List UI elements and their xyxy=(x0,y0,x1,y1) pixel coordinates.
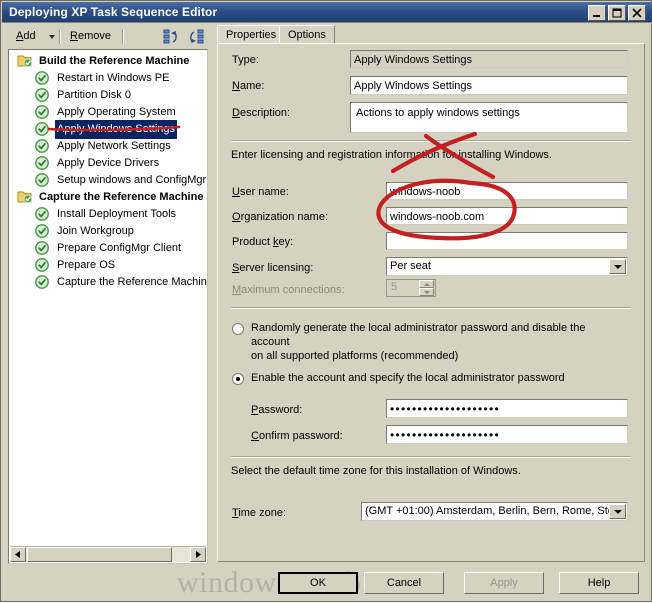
move-down-icon[interactable] xyxy=(187,29,205,45)
green-check-icon xyxy=(35,173,50,188)
tree-group-1[interactable]: Capture the Reference Machine xyxy=(9,188,207,205)
chevron-down-icon[interactable] xyxy=(609,504,626,519)
remove-button[interactable]: Remove xyxy=(65,28,116,45)
tree-item[interactable]: Apply Device Drivers xyxy=(9,154,207,171)
move-up-icon[interactable] xyxy=(163,29,181,45)
tree-item[interactable]: Capture the Reference Machine xyxy=(9,273,207,290)
tree-horizontal-scrollbar[interactable] xyxy=(10,546,206,562)
close-icon[interactable] xyxy=(628,5,646,21)
max-connections-stepper: 5 xyxy=(386,279,436,297)
green-check-icon xyxy=(35,88,50,103)
user-name-input[interactable]: windows-noob xyxy=(386,182,628,200)
tree-item[interactable]: Restart in Windows PE xyxy=(9,69,207,86)
task-sequence-editor-window: Deploying XP Task Sequence Editor AAdddd… xyxy=(0,0,652,602)
user-name-label: User name: xyxy=(232,186,289,198)
chevron-down-icon[interactable] xyxy=(49,35,55,39)
tree-item[interactable]: Join Workgroup xyxy=(9,222,207,239)
name-label: Name: xyxy=(232,80,265,92)
tree-item[interactable]: Install Deployment Tools xyxy=(9,205,207,222)
toolbar: AAdddd Remove xyxy=(3,24,213,48)
description-label: Description: xyxy=(232,107,291,119)
tree-item-label: Capture the Reference Machine xyxy=(57,276,207,288)
green-check-icon xyxy=(35,139,50,154)
server-licensing-select[interactable]: Per seat xyxy=(386,257,628,276)
password-label: Password: xyxy=(251,404,303,416)
organization-label: Organization name: xyxy=(232,211,329,223)
apply-button: Apply xyxy=(464,572,544,594)
name-input[interactable]: Apply Windows Settings xyxy=(350,76,628,95)
timezone-select[interactable]: (GMT +01:00) Amsterdam, Berlin, Bern, Ro… xyxy=(361,502,628,521)
scrollbar-thumb[interactable] xyxy=(27,547,172,562)
timezone-value: (GMT +01:00) Amsterdam, Berlin, Bern, Ro… xyxy=(365,505,620,517)
green-check-icon xyxy=(35,275,50,290)
section-divider xyxy=(231,456,631,458)
tree-item[interactable]: Setup windows and ConfigMgr xyxy=(9,171,207,188)
green-check-icon xyxy=(35,122,50,137)
window-title: Deploying XP Task Sequence Editor xyxy=(9,5,218,19)
tree-items-container: Build the Reference Machine Restart in Wi… xyxy=(9,52,207,546)
password-input[interactable]: •••••••••••••••••••• xyxy=(386,399,628,418)
tab-options[interactable]: Options xyxy=(279,25,335,44)
green-check-icon xyxy=(35,224,50,239)
green-check-icon xyxy=(35,156,50,171)
title-bar: Deploying XP Task Sequence Editor xyxy=(2,2,652,23)
tree-item[interactable]: Apply Operating System xyxy=(9,103,207,120)
radio-random-password-label: Randomly generate the local administrato… xyxy=(251,322,586,362)
help-button[interactable]: Help xyxy=(559,572,639,594)
tree-group-0[interactable]: Build the Reference Machine xyxy=(9,52,207,69)
scroll-left-icon[interactable] xyxy=(10,547,26,562)
scroll-right-icon[interactable] xyxy=(190,547,206,562)
tree-item[interactable]: Prepare ConfigMgr Client xyxy=(9,239,207,256)
type-value: Apply Windows Settings xyxy=(350,50,628,68)
tab-properties[interactable]: Properties xyxy=(217,25,286,44)
green-check-icon xyxy=(35,258,50,273)
radio-button[interactable] xyxy=(232,373,244,385)
add-button[interactable]: AAdddd xyxy=(11,28,41,45)
server-licensing-label: Server licensing: xyxy=(232,262,314,274)
toolbar-separator xyxy=(59,29,61,44)
licensing-hint: Enter licensing and registration informa… xyxy=(231,149,552,161)
green-check-icon xyxy=(35,71,50,86)
tree-item[interactable]: Apply Windows Settings xyxy=(9,120,207,139)
product-key-input[interactable] xyxy=(386,232,628,250)
maximize-icon[interactable] xyxy=(608,5,626,21)
product-key-label: Product key: xyxy=(232,236,294,248)
folder-check-icon xyxy=(17,53,32,68)
timezone-hint: Select the default time zone for this in… xyxy=(231,465,521,477)
section-divider xyxy=(231,140,631,142)
confirm-password-label: Confirm password: xyxy=(251,430,343,442)
minimize-icon[interactable] xyxy=(588,5,606,21)
properties-pane: Type: Apply Windows Settings Name: Apply… xyxy=(217,43,645,562)
description-input[interactable]: Actions to apply windows settings xyxy=(350,102,628,133)
tree-item[interactable]: Apply Network Settings xyxy=(9,137,207,154)
radio-enable-account-label: Enable the account and specify the local… xyxy=(251,372,565,384)
green-check-icon xyxy=(35,105,50,120)
organization-input[interactable]: windows-noob.com xyxy=(386,207,628,225)
tree-item[interactable]: Prepare OS xyxy=(9,256,207,273)
stepper-up-icon xyxy=(419,280,434,288)
confirm-password-input[interactable]: •••••••••••••••••••• xyxy=(386,425,628,444)
green-check-icon xyxy=(35,207,50,222)
folder-check-icon xyxy=(17,189,32,204)
server-licensing-value: Per seat xyxy=(390,260,431,272)
cancel-button[interactable]: Cancel xyxy=(364,572,444,594)
type-label: Type: xyxy=(232,54,259,66)
ok-button[interactable]: OK xyxy=(278,572,358,594)
tab-strip: Properties Options xyxy=(217,25,645,44)
stepper-down-icon xyxy=(419,288,434,296)
green-check-icon xyxy=(35,241,50,256)
stepper-buttons xyxy=(419,280,435,296)
chevron-down-icon[interactable] xyxy=(609,259,626,274)
task-sequence-tree[interactable]: Build the Reference Machine Restart in Wi… xyxy=(8,49,208,564)
max-connections-label: Maximum connections: xyxy=(232,284,345,296)
toolbar-separator xyxy=(122,29,124,44)
tree-item[interactable]: Partition Disk 0 xyxy=(9,86,207,103)
max-connections-value: 5 xyxy=(391,281,398,293)
section-divider xyxy=(231,307,631,309)
timezone-label: Time zone: xyxy=(232,507,287,519)
radio-button[interactable] xyxy=(232,323,244,335)
